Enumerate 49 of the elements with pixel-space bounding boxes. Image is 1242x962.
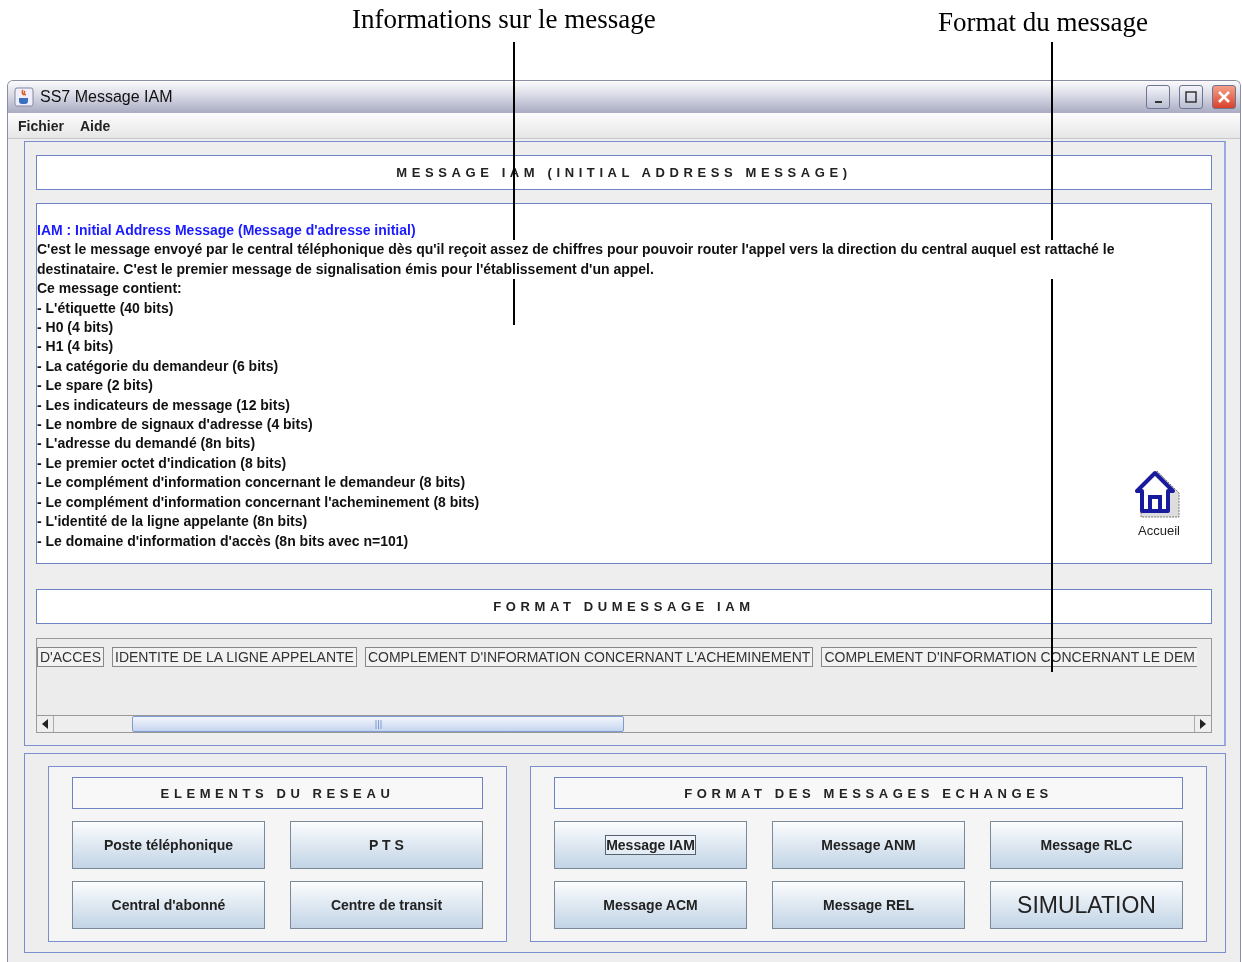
button[interactable]: P T S — [290, 821, 483, 869]
list-intro: Ce message contient: — [37, 279, 183, 299]
button[interactable]: Central d'abonné — [72, 881, 265, 929]
horizontal-scrollbar[interactable] — [37, 715, 1211, 732]
list-item: - Le spare (2 bits) — [37, 376, 154, 396]
menu-item[interactable]: Fichier — [18, 117, 64, 134]
maximize-button[interactable] — [1179, 85, 1203, 109]
minimize-button[interactable] — [1146, 85, 1170, 109]
list-item: - Le complément d'information concernant le demandeur (8 bits) — [37, 473, 467, 493]
coffee-cup-icon — [14, 87, 34, 107]
button[interactable]: Poste téléphonique — [72, 821, 265, 869]
format-field: COMPLEMENT D'INFORMATION CONCERNANT L'ACHEMINEMENT — [364, 647, 814, 667]
message-heading: IAM : Initial Address Message (Message d'adresse initial) — [37, 221, 417, 240]
button[interactable]: Message ACM — [554, 881, 747, 929]
list-item: - H0 (4 bits) — [37, 318, 115, 338]
maximize-icon — [1185, 91, 1197, 103]
list-item: - Le nombre de signaux d'adresse (4 bits) — [37, 415, 314, 435]
grip-icon — [374, 719, 382, 729]
annotation-label: Informations sur le message — [352, 4, 656, 35]
format-field: D'ACCES — [37, 647, 105, 667]
list-item: - Le premier octet d'indication (8 bits) — [37, 453, 288, 473]
button[interactable]: Message RLC — [990, 821, 1183, 869]
list-item: - L'identité de la ligne appelante (8n bits) — [37, 512, 309, 532]
list-item: - Le complément d'information concernant l'acheminement (8 bits) — [37, 492, 481, 512]
list-item: - Le domaine d'information d'accès (8n bits avec n=101) — [37, 531, 410, 551]
button[interactable]: Message IAM — [554, 821, 747, 869]
format-field: IDENTITE DE LA LIGNE APPELANTE — [112, 647, 357, 667]
house-icon[interactable] — [1135, 469, 1183, 521]
button[interactable]: Message REL — [772, 881, 965, 929]
list-item: - H1 (4 bits) — [37, 337, 115, 357]
home-label[interactable]: Accueil — [1138, 523, 1180, 538]
list-item: - Les indicateurs de message (12 bits) — [37, 395, 291, 415]
list-item: - L'étiquette (40 bits) — [37, 298, 175, 318]
section-title: FORMAT DUMESSAGE IAM — [36, 589, 1212, 624]
list-item: - L'adresse du demandé (8n bits) — [37, 434, 257, 454]
close-button[interactable] — [1212, 85, 1236, 109]
left-arrow-icon[interactable] — [42, 719, 48, 729]
right-arrow-icon[interactable] — [1200, 719, 1206, 729]
button[interactable]: Message ANM — [772, 821, 965, 869]
group-title: ELEMENTS DU RESEAU — [72, 777, 483, 809]
button[interactable]: SIMULATION — [990, 881, 1183, 929]
button[interactable]: Centre de transit — [290, 881, 483, 929]
window-title: SS7 Message IAM — [40, 88, 174, 106]
menu-item[interactable]: Aide — [79, 117, 111, 134]
minimize-icon — [1154, 101, 1162, 103]
list-item: - La catégorie du demandeur (6 bits) — [37, 356, 280, 376]
close-icon — [1218, 91, 1230, 103]
annotation-label: Format du message — [938, 7, 1148, 38]
group-title: FORMAT DES MESSAGES ECHANGES — [554, 777, 1183, 809]
